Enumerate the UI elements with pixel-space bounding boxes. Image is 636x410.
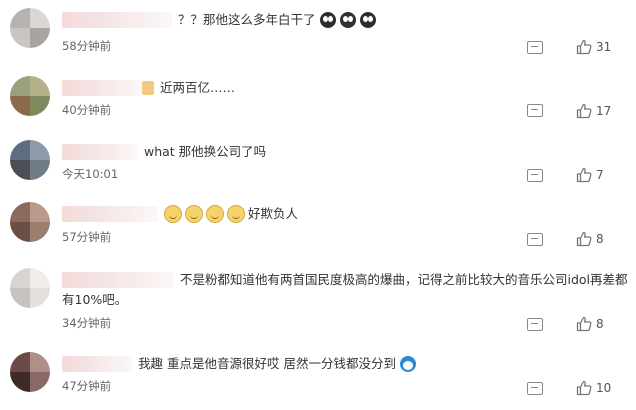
like-button[interactable]: 8 — [576, 231, 604, 247]
username[interactable] — [62, 12, 172, 28]
username[interactable] — [62, 272, 174, 288]
like-count: 7 — [596, 168, 604, 182]
like-button[interactable]: 8 — [576, 316, 604, 332]
comment-body: 不是粉都知道他有两首国民度极高的爆曲，记得之前比较大的音乐公司idol再差都 — [62, 268, 628, 292]
comment-icon[interactable] — [527, 382, 543, 395]
laughing-face-emoji-icon — [206, 205, 224, 223]
avatar[interactable] — [10, 202, 50, 242]
comment-icon[interactable] — [527, 169, 543, 182]
comment-icon[interactable] — [527, 104, 543, 117]
doraemon-emoji-icon — [399, 356, 416, 372]
comment-time: 57分钟前 — [62, 230, 112, 244]
comment-icon[interactable] — [527, 233, 543, 246]
comment-time: 47分钟前 — [62, 379, 112, 393]
laughing-face-emoji-icon — [185, 205, 203, 223]
avatar[interactable] — [10, 76, 50, 116]
comment-time: 今天10:01 — [62, 167, 119, 181]
comment-body: what 那他换公司了吗 — [62, 140, 266, 164]
username[interactable] — [62, 80, 142, 96]
comment-body: 近两百亿…… — [62, 76, 235, 100]
avatar[interactable] — [10, 140, 50, 180]
like-count: 17 — [596, 104, 612, 118]
comment-icon[interactable] — [527, 318, 543, 331]
thumbs-up-icon — [576, 39, 592, 55]
comment-text: 近两百亿…… — [160, 80, 236, 95]
comment-body: 好欺负人 — [62, 202, 298, 226]
comment-text: 好欺负人 — [248, 206, 299, 221]
laughing-face-emoji-icon — [164, 205, 182, 223]
comment-body: ？？那他这么多年白干了 — [62, 8, 376, 32]
thumbs-up-icon — [576, 167, 592, 183]
thumbs-up-icon — [576, 316, 592, 332]
laughing-face-emoji-icon — [227, 205, 245, 223]
thumbs-up-icon — [576, 103, 592, 119]
username[interactable] — [62, 206, 158, 222]
crying-face-emoji-icon — [339, 12, 356, 28]
comment-text: 有10%吧。 — [62, 292, 128, 307]
username[interactable] — [62, 356, 132, 372]
like-button[interactable]: 10 — [576, 380, 611, 396]
crying-face-emoji-icon — [319, 12, 336, 28]
avatar[interactable] — [10, 268, 50, 308]
comment-time: 58分钟前 — [62, 39, 112, 53]
thumbs-up-icon — [576, 231, 592, 247]
like-count: 8 — [596, 232, 604, 246]
like-button[interactable]: 7 — [576, 167, 604, 183]
like-button[interactable]: 31 — [576, 39, 611, 55]
username-badge — [142, 81, 154, 95]
comment-time: 40分钟前 — [62, 103, 112, 117]
comment-text: ？？那他这么多年白干了 — [178, 12, 316, 27]
comment-time: 34分钟前 — [62, 316, 112, 330]
comment-body: 我趣 重点是他音源很好哎 居然一分钱都没分到 — [62, 352, 416, 376]
comment-text: 我趣 重点是他音源很好哎 居然一分钱都没分到 — [138, 356, 396, 371]
like-count: 10 — [596, 381, 612, 395]
comment-icon[interactable] — [527, 41, 543, 54]
comment-body-continued: 有10%吧。 — [62, 288, 127, 312]
like-count: 8 — [596, 317, 604, 331]
comment-text: 不是粉都知道他有两首国民度极高的爆曲，记得之前比较大的音乐公司idol再差都 — [180, 272, 628, 287]
like-button[interactable]: 17 — [576, 103, 611, 119]
crying-face-emoji-icon — [359, 12, 376, 28]
avatar[interactable] — [10, 8, 50, 48]
username[interactable] — [62, 144, 138, 160]
comment-text: what 那他换公司了吗 — [144, 144, 267, 159]
thumbs-up-icon — [576, 380, 592, 396]
like-count: 31 — [596, 40, 612, 54]
avatar[interactable] — [10, 352, 50, 392]
